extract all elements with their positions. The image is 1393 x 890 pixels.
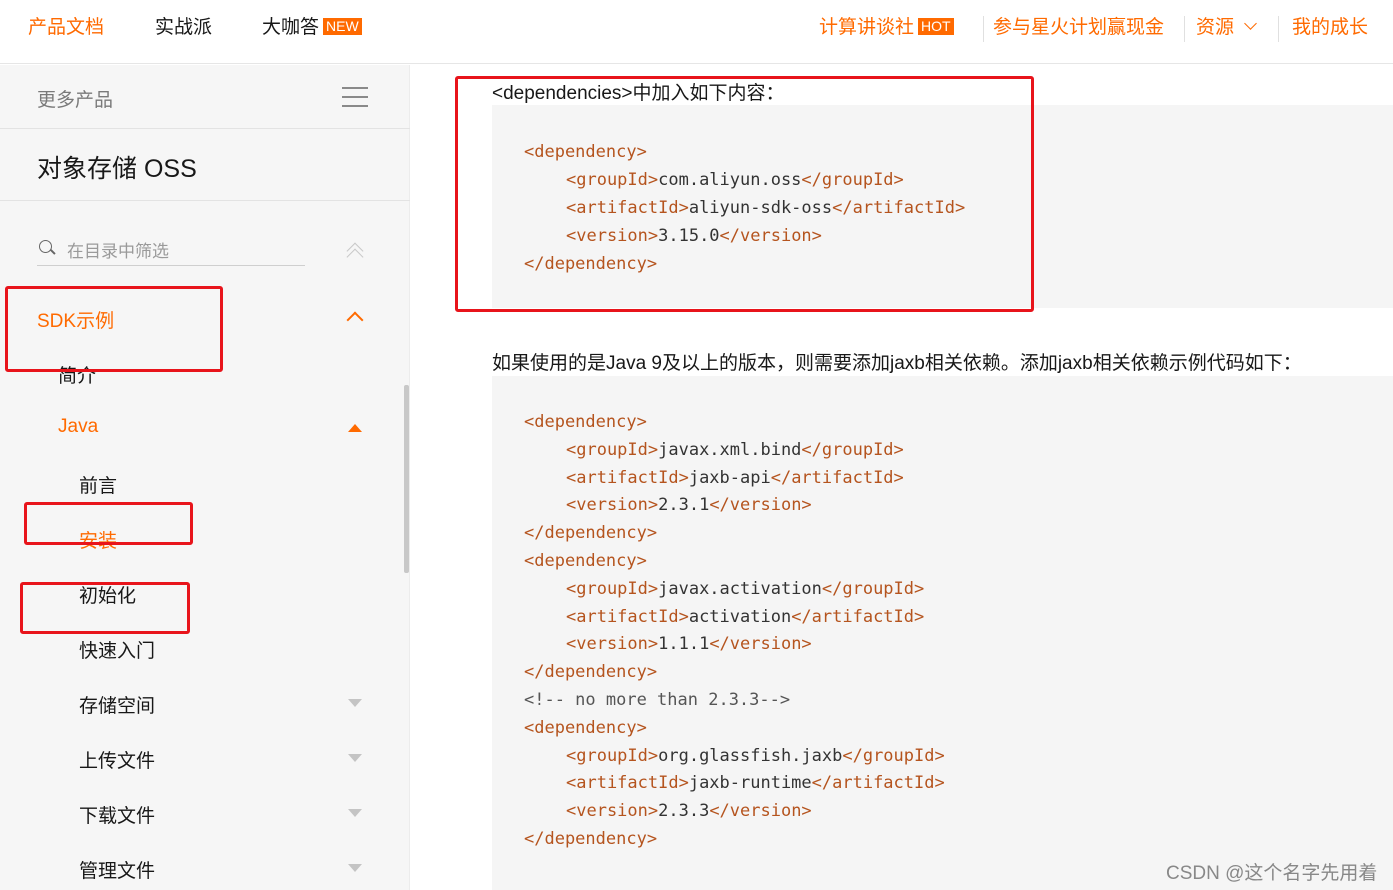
nav-compute-talk[interactable]: 计算讲谈社 HOT bbox=[819, 16, 954, 40]
sidebar-item-preface[interactable]: 前言 bbox=[79, 471, 117, 498]
code-tag: </groupId> bbox=[821, 578, 925, 599]
filter-placeholder: 在目录中筛选 bbox=[67, 242, 169, 261]
sidebar-divider bbox=[0, 128, 410, 129]
code-value: 2.3.3 bbox=[658, 801, 710, 822]
code-tag: <version> bbox=[566, 495, 659, 516]
code-value: jaxb-api bbox=[688, 467, 771, 488]
product-title: 对象存储 OSS bbox=[37, 155, 197, 183]
sidebar-item-java[interactable]: Java bbox=[58, 416, 98, 438]
more-products-label[interactable]: 更多产品 bbox=[37, 85, 113, 112]
code-line: <version>1.1.1</version> bbox=[566, 634, 812, 654]
code-line: <dependency> bbox=[524, 718, 647, 738]
sidebar-item-manage[interactable]: 管理文件 bbox=[79, 856, 155, 883]
triangle-down-icon[interactable] bbox=[348, 754, 362, 762]
sidebar: 更多产品 对象存储 OSS 在目录中筛选 SDK示例 简介 Java 前言 安装… bbox=[0, 65, 410, 890]
code-comment: <!-- no more than 2.3.3--> bbox=[524, 690, 791, 710]
code-block: <dependency> <groupId>javax.xml.bind</gro… bbox=[492, 376, 1393, 890]
code-line: <groupId>javax.xml.bind</groupId> bbox=[566, 440, 904, 460]
code-tag: <version> bbox=[566, 634, 659, 655]
code-tag: </dependency> bbox=[524, 829, 658, 849]
code-value: 1.1.1 bbox=[658, 634, 710, 655]
code-value: activation bbox=[688, 606, 792, 627]
code-tag: <groupId> bbox=[566, 745, 659, 766]
code-tag: <groupId> bbox=[566, 578, 659, 599]
code-line: </dependency> bbox=[524, 523, 657, 543]
top-nav: 产品文档 实战派 大咖答 NEW 计算讲谈社 HOT 参与星火计划赢现金 资源 我的… bbox=[0, 0, 1393, 64]
code-line: </dependency> bbox=[524, 829, 657, 849]
code-tag: </version> bbox=[709, 801, 812, 822]
sidebar-item-upload[interactable]: 上传文件 bbox=[79, 746, 155, 773]
triangle-down-icon[interactable] bbox=[348, 699, 362, 707]
paragraph: 如果使用的是Java 9及以上的版本，则需要添加jaxb相关依赖。添加jaxb相… bbox=[492, 353, 1302, 374]
code-tag: </artifactId> bbox=[811, 773, 945, 794]
sidebar-item-quickstart[interactable]: 快速入门 bbox=[79, 636, 155, 663]
code-line: <groupId>org.glassfish.jaxb</groupId> bbox=[566, 746, 945, 766]
annotation-box bbox=[455, 76, 1034, 312]
nav-resources[interactable]: 资源 bbox=[1196, 16, 1257, 40]
menu-icon[interactable] bbox=[342, 87, 368, 107]
code-tag: <artifactId> bbox=[566, 773, 689, 794]
code-line: <dependency> bbox=[524, 551, 647, 571]
code-tag: </version> bbox=[709, 495, 812, 516]
nav-my-growth[interactable]: 我的成长 bbox=[1292, 16, 1368, 40]
code-line: <!-- no more than 2.3.3--> bbox=[524, 690, 790, 710]
code-line: </dependency> bbox=[524, 662, 657, 682]
search-icon bbox=[39, 240, 52, 253]
collapse-all-icon[interactable] bbox=[346, 241, 364, 266]
code-line: <version>2.3.1</version> bbox=[566, 495, 812, 515]
code-tag: <dependency> bbox=[524, 412, 647, 432]
code-tag: </dependency> bbox=[524, 662, 658, 683]
hot-badge: HOT bbox=[918, 18, 954, 35]
nav-practice[interactable]: 实战派 bbox=[155, 16, 212, 40]
code-line: <version>2.3.3</version> bbox=[566, 801, 812, 821]
code-value: javax.xml.bind bbox=[658, 439, 802, 460]
code-value: jaxb-runtime bbox=[688, 773, 812, 794]
chevron-up-icon[interactable] bbox=[346, 311, 364, 329]
nav-divider bbox=[1278, 16, 1279, 42]
code-tag: </groupId> bbox=[842, 745, 945, 766]
nav-spark-plan[interactable]: 参与星火计划赢现金 bbox=[993, 16, 1164, 40]
annotation-box bbox=[5, 286, 223, 372]
code-line: <groupId>javax.activation</groupId> bbox=[566, 579, 924, 599]
new-badge: NEW bbox=[323, 18, 362, 35]
code-tag: </groupId> bbox=[801, 439, 904, 460]
triangle-down-icon[interactable] bbox=[348, 809, 362, 817]
code-value: 2.3.1 bbox=[658, 495, 710, 516]
annotation-box bbox=[20, 582, 190, 634]
nav-compute-talk-label: 计算讲谈社 bbox=[819, 17, 915, 38]
code-tag: <groupId> bbox=[566, 439, 659, 460]
code-tag: </version> bbox=[709, 634, 812, 655]
nav-qa[interactable]: 大咖答 NEW bbox=[262, 16, 362, 40]
code-tag: <version> bbox=[566, 801, 659, 822]
nav-divider bbox=[983, 16, 984, 42]
code-line: <artifactId>jaxb-runtime</artifactId> bbox=[566, 773, 945, 793]
code-tag: <artifactId> bbox=[566, 467, 689, 488]
directory-filter[interactable]: 在目录中筛选 bbox=[37, 233, 305, 266]
code-tag: </artifactId> bbox=[791, 606, 925, 627]
sidebar-item-download[interactable]: 下载文件 bbox=[79, 801, 155, 828]
chevron-down-icon bbox=[1244, 17, 1257, 30]
watermark: CSDN @这个名字先用着 bbox=[1166, 863, 1378, 884]
code-line: <artifactId>activation</artifactId> bbox=[566, 607, 924, 627]
sidebar-item-buckets[interactable]: 存储空间 bbox=[79, 691, 155, 718]
code-line: <artifactId>jaxb-api</artifactId> bbox=[566, 468, 904, 488]
code-line: <dependency> bbox=[524, 412, 647, 432]
sidebar-divider bbox=[0, 200, 410, 201]
code-value: org.glassfish.jaxb bbox=[658, 745, 843, 766]
code-tag: </dependency> bbox=[524, 523, 658, 544]
nav-qa-label: 大咖答 bbox=[262, 17, 320, 38]
triangle-up-icon[interactable] bbox=[348, 424, 362, 432]
nav-resources-label: 资源 bbox=[1196, 17, 1235, 38]
nav-divider bbox=[1184, 16, 1185, 42]
sidebar-scrollbar[interactable] bbox=[404, 385, 409, 573]
code-tag: </artifactId> bbox=[770, 467, 904, 488]
nav-product-docs[interactable]: 产品文档 bbox=[28, 16, 104, 40]
code-tag: <dependency> bbox=[524, 717, 647, 738]
code-tag: <artifactId> bbox=[566, 606, 689, 627]
annotation-box bbox=[24, 502, 193, 545]
code-tag: <dependency> bbox=[524, 551, 647, 571]
triangle-down-icon[interactable] bbox=[348, 864, 362, 872]
code-value: javax.activation bbox=[658, 578, 822, 599]
